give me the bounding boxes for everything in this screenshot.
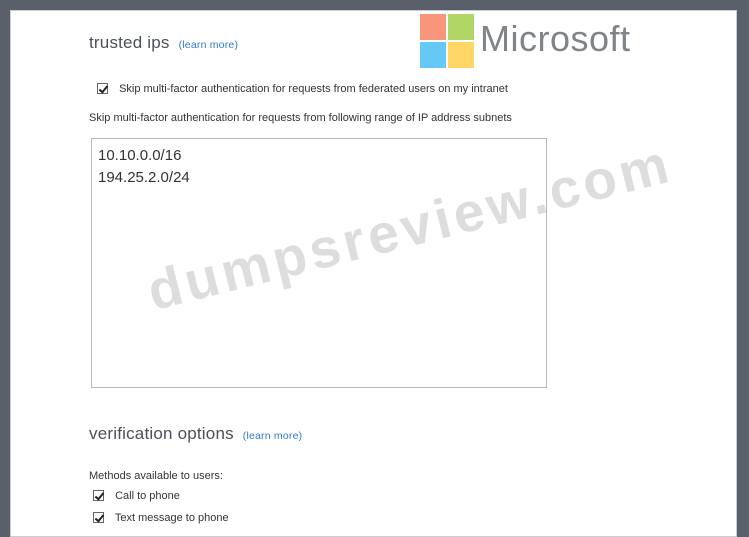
logo-square-red xyxy=(420,14,446,40)
call-to-phone-label: Call to phone xyxy=(115,490,180,502)
trusted-ips-title: trusted ips xyxy=(89,33,170,52)
ip-subnets-textarea[interactable]: 10.10.0.0/16 194.25.2.0/24 xyxy=(91,138,547,388)
logo-square-yellow xyxy=(448,42,474,68)
call-to-phone-checkbox[interactable] xyxy=(93,490,104,501)
verification-options-title: verification options xyxy=(89,424,234,443)
skip-federated-option[interactable]: Skip multi-factor authentication for req… xyxy=(97,83,508,95)
logo-square-blue xyxy=(420,42,446,68)
skip-federated-label: Skip multi-factor authentication for req… xyxy=(119,83,508,95)
skip-federated-checkbox[interactable] xyxy=(97,83,108,94)
methods-label: Methods available to users: xyxy=(89,470,223,482)
logo-square-green xyxy=(448,14,474,40)
method-call-to-phone[interactable]: Call to phone xyxy=(93,490,180,502)
mfa-settings-panel: trusted ips (learn more) Skip multi-fact… xyxy=(10,10,737,537)
text-message-label: Text message to phone xyxy=(114,512,229,524)
verification-learn-more-link[interactable]: (learn more) xyxy=(243,430,303,442)
microsoft-wordmark: Microsoft xyxy=(480,18,631,59)
verification-options-heading: verification options (learn more) xyxy=(89,424,302,444)
trusted-ips-heading: trusted ips (learn more) xyxy=(89,33,238,53)
text-message-checkbox[interactable] xyxy=(93,512,104,523)
trusted-ips-learn-more-link[interactable]: (learn more) xyxy=(179,39,239,51)
microsoft-logo: Microsoft xyxy=(420,14,664,70)
method-text-message[interactable]: Text message to phone xyxy=(93,512,229,524)
subnets-label: Skip multi-factor authentication for req… xyxy=(89,112,512,124)
